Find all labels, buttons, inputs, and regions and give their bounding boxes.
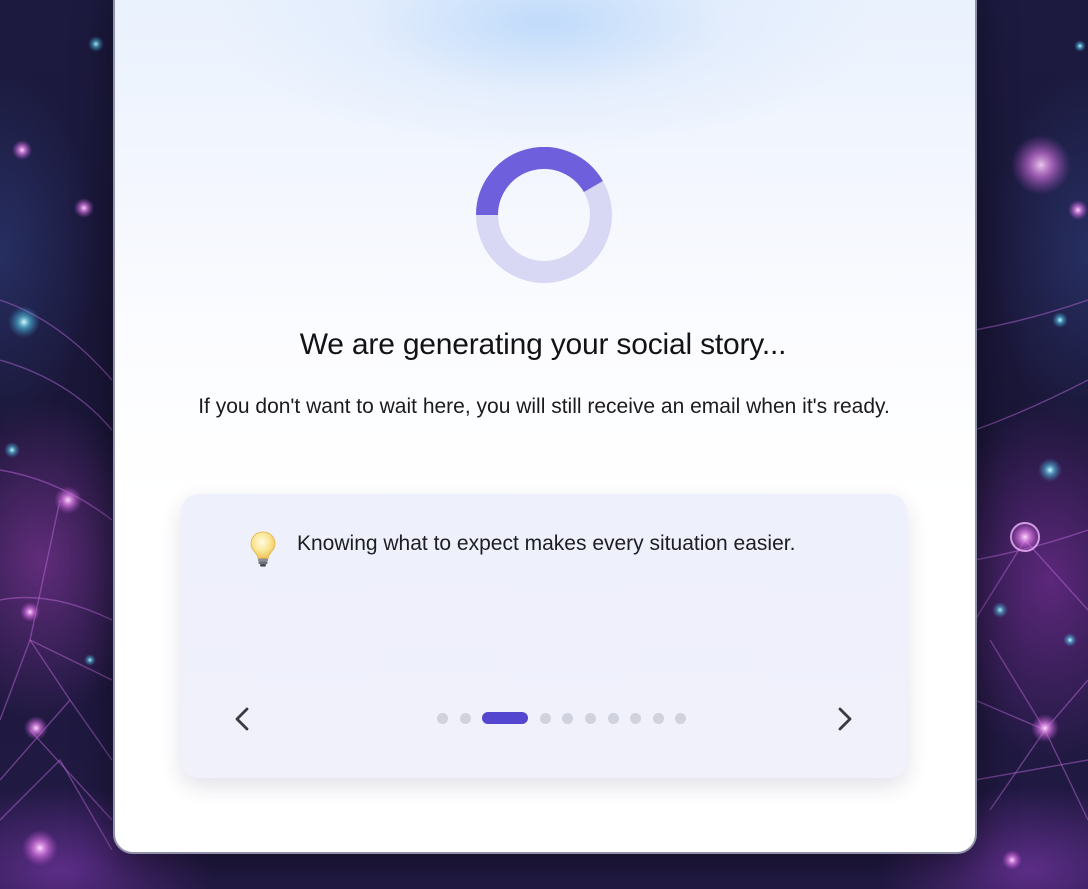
pagination-dot[interactable] — [539, 712, 551, 724]
lightbulb-icon — [250, 531, 276, 567]
pagination-dot[interactable] — [607, 712, 619, 724]
pagination-dot[interactable] — [652, 712, 664, 724]
page-title: We are generating your social story... — [299, 328, 787, 361]
tip-text: Knowing what to expect makes every situa… — [297, 532, 796, 555]
chevron-right-icon — [838, 707, 852, 731]
loading-spinner-icon — [476, 147, 612, 283]
carousel-prev-button[interactable] — [227, 703, 259, 735]
pagination-dot[interactable] — [562, 712, 574, 724]
pagination-dot-active[interactable] — [482, 712, 529, 724]
chevron-left-icon — [235, 707, 249, 731]
pagination-dot[interactable] — [437, 712, 448, 724]
status-message: If you don't want to wait here, you will… — [198, 395, 890, 418]
pagination-dot[interactable] — [584, 712, 596, 724]
carousel-pagination — [437, 712, 687, 724]
pagination-dot[interactable] — [459, 712, 471, 724]
carousel-next-button[interactable] — [828, 703, 860, 735]
pagination-dot[interactable] — [630, 712, 642, 724]
pagination-dot[interactable] — [675, 712, 687, 724]
